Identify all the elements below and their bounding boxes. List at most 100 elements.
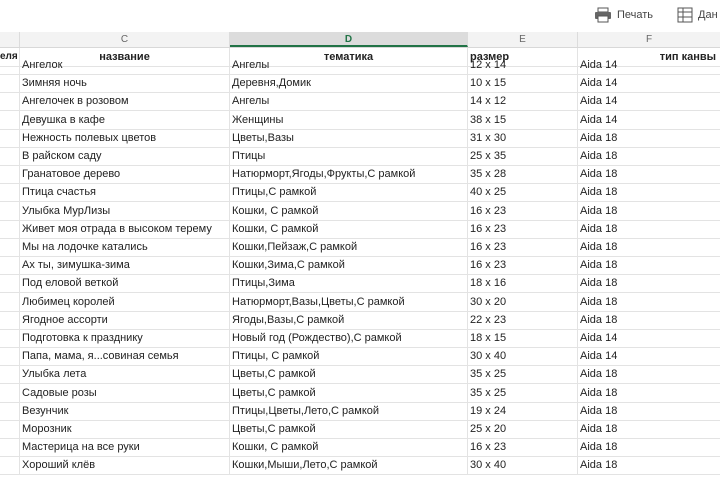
row-stub-cell[interactable]	[0, 329, 20, 347]
canvas-cell[interactable]: Aida 18	[578, 165, 720, 183]
column-header-e[interactable]: E	[468, 32, 578, 47]
row-stub-cell[interactable]	[0, 383, 20, 402]
theme-cell[interactable]: Кошки,Зима,С рамкой	[230, 256, 468, 275]
row-stub-cell[interactable]	[0, 92, 20, 111]
theme-cell[interactable]: Кошки, С рамкой	[230, 438, 468, 457]
row-stub-cell[interactable]	[0, 420, 20, 438]
canvas-cell[interactable]: Aida 14	[578, 111, 720, 129]
size-cell[interactable]: 25 x 20	[468, 420, 578, 438]
size-cell[interactable]: 10 x 15	[468, 74, 578, 93]
canvas-cell[interactable]: Aida 18	[578, 456, 720, 474]
canvas-cell[interactable]: Aida 18	[578, 147, 720, 165]
name-cell[interactable]: Хороший клёв	[20, 456, 230, 475]
name-cell[interactable]: Улыбка лета	[20, 365, 230, 384]
size-cell[interactable]: 35 x 25	[468, 383, 578, 402]
spreadsheet-grid[interactable]: C D E F еля название тематика размер тип…	[0, 32, 720, 480]
theme-cell[interactable]: Ангелы	[230, 92, 468, 111]
name-cell[interactable]: Садовые розы	[20, 383, 230, 402]
theme-cell[interactable]: Натюрморт,Ягоды,Фрукты,С рамкой	[230, 165, 468, 184]
row-stub-cell[interactable]	[0, 365, 20, 384]
size-cell[interactable]: 14 x 12	[468, 92, 578, 111]
size-cell[interactable]: 40 x 25	[468, 183, 578, 202]
size-cell[interactable]: 38 x 15	[468, 110, 578, 129]
canvas-cell[interactable]: Aida 14	[578, 347, 720, 365]
canvas-cell[interactable]: Aida 18	[578, 365, 720, 383]
theme-cell[interactable]: Цветы,С рамкой	[230, 383, 468, 402]
name-cell[interactable]: Ах ты, зимушка-зима	[20, 256, 230, 275]
size-cell[interactable]: 16 x 23	[468, 201, 578, 220]
name-cell[interactable]: В райском саду	[20, 147, 230, 165]
data-button[interactable]: Дан	[677, 6, 718, 24]
name-cell[interactable]: Ангелок	[20, 56, 230, 74]
canvas-cell[interactable]: Aida 14	[578, 74, 720, 92]
name-cell[interactable]: Везунчик	[20, 401, 230, 420]
name-cell[interactable]: Папа, мама, я...совиная семья	[20, 347, 230, 366]
canvas-cell[interactable]: Aida 18	[578, 293, 720, 311]
row-stub-cell[interactable]	[0, 56, 20, 74]
size-cell[interactable]: 30 x 40	[468, 347, 578, 366]
name-cell[interactable]: Девушка в кафе	[20, 110, 230, 129]
print-button[interactable]: Печать	[594, 6, 653, 24]
theme-cell[interactable]: Кошки, С рамкой	[230, 219, 468, 238]
theme-cell[interactable]: Птицы,Зима	[230, 274, 468, 293]
row-stub-cell[interactable]	[0, 347, 20, 366]
name-cell[interactable]: Нежность полевых цветов	[20, 128, 230, 147]
theme-cell[interactable]: Цветы,С рамкой	[230, 420, 468, 438]
theme-cell[interactable]: Птицы	[230, 147, 468, 165]
row-stub-cell[interactable]	[0, 165, 20, 184]
name-cell[interactable]: Подготовка к празднику	[20, 329, 230, 347]
size-cell[interactable]: 35 x 28	[468, 165, 578, 184]
size-cell[interactable]: 30 x 20	[468, 292, 578, 311]
size-cell[interactable]: 35 x 25	[468, 365, 578, 384]
theme-cell[interactable]: Птицы,С рамкой	[230, 183, 468, 202]
size-cell[interactable]: 22 x 23	[468, 310, 578, 329]
canvas-cell[interactable]: Aida 18	[578, 438, 720, 456]
row-stub-cell[interactable]	[0, 238, 20, 256]
name-cell[interactable]: Улыбка МурЛизы	[20, 201, 230, 220]
size-cell[interactable]: 18 x 15	[468, 329, 578, 347]
column-header-d[interactable]: D	[230, 32, 468, 47]
row-stub-cell[interactable]	[0, 310, 20, 329]
size-cell[interactable]: 12 x 14	[468, 56, 578, 74]
size-cell[interactable]: 16 x 23	[468, 438, 578, 457]
theme-cell[interactable]: Женщины	[230, 110, 468, 129]
theme-cell[interactable]: Цветы,С рамкой	[230, 365, 468, 384]
size-cell[interactable]: 16 x 23	[468, 238, 578, 256]
name-cell[interactable]: Любимец королей	[20, 292, 230, 311]
row-stub-cell[interactable]	[0, 292, 20, 311]
name-cell[interactable]: Зимняя ночь	[20, 74, 230, 93]
row-stub-cell[interactable]	[0, 74, 20, 93]
column-header-stub[interactable]	[0, 32, 20, 47]
row-stub-cell[interactable]	[0, 183, 20, 202]
name-cell[interactable]: Под еловой веткой	[20, 274, 230, 293]
size-cell[interactable]: 16 x 23	[468, 219, 578, 238]
theme-cell[interactable]: Новый год (Рождество),С рамкой	[230, 329, 468, 347]
row-stub-cell[interactable]	[0, 256, 20, 275]
name-cell[interactable]: Морозник	[20, 420, 230, 438]
canvas-cell[interactable]: Aida 14	[578, 56, 720, 74]
theme-cell[interactable]: Кошки,Пейзаж,С рамкой	[230, 238, 468, 256]
size-cell[interactable]: 19 x 24	[468, 401, 578, 420]
canvas-cell[interactable]: Aida 14	[578, 329, 720, 347]
row-stub-cell[interactable]	[0, 438, 20, 457]
theme-cell[interactable]: Птицы, С рамкой	[230, 347, 468, 366]
row-stub-cell[interactable]	[0, 219, 20, 238]
size-cell[interactable]: 31 x 30	[468, 128, 578, 147]
canvas-cell[interactable]: Aida 18	[578, 220, 720, 238]
theme-cell[interactable]: Ягоды,Вазы,С рамкой	[230, 310, 468, 329]
theme-cell[interactable]: Кошки,Мыши,Лето,С рамкой	[230, 456, 468, 475]
column-header-c[interactable]: C	[20, 32, 230, 47]
canvas-cell[interactable]: Aida 18	[578, 402, 720, 420]
row-stub-cell[interactable]	[0, 201, 20, 220]
canvas-cell[interactable]: Aida 18	[578, 238, 720, 256]
name-cell[interactable]: Мастерица на все руки	[20, 438, 230, 457]
canvas-cell[interactable]: Aida 18	[578, 311, 720, 329]
name-cell[interactable]: Ангелочек в розовом	[20, 92, 230, 111]
canvas-cell[interactable]: Aida 18	[578, 384, 720, 402]
row-stub-cell[interactable]	[0, 456, 20, 475]
canvas-cell[interactable]: Aida 18	[578, 129, 720, 147]
row-stub-cell[interactable]	[0, 147, 20, 165]
name-cell[interactable]: Гранатовое дерево	[20, 165, 230, 184]
row-stub-cell[interactable]	[0, 401, 20, 420]
row-stub-cell[interactable]	[0, 110, 20, 129]
